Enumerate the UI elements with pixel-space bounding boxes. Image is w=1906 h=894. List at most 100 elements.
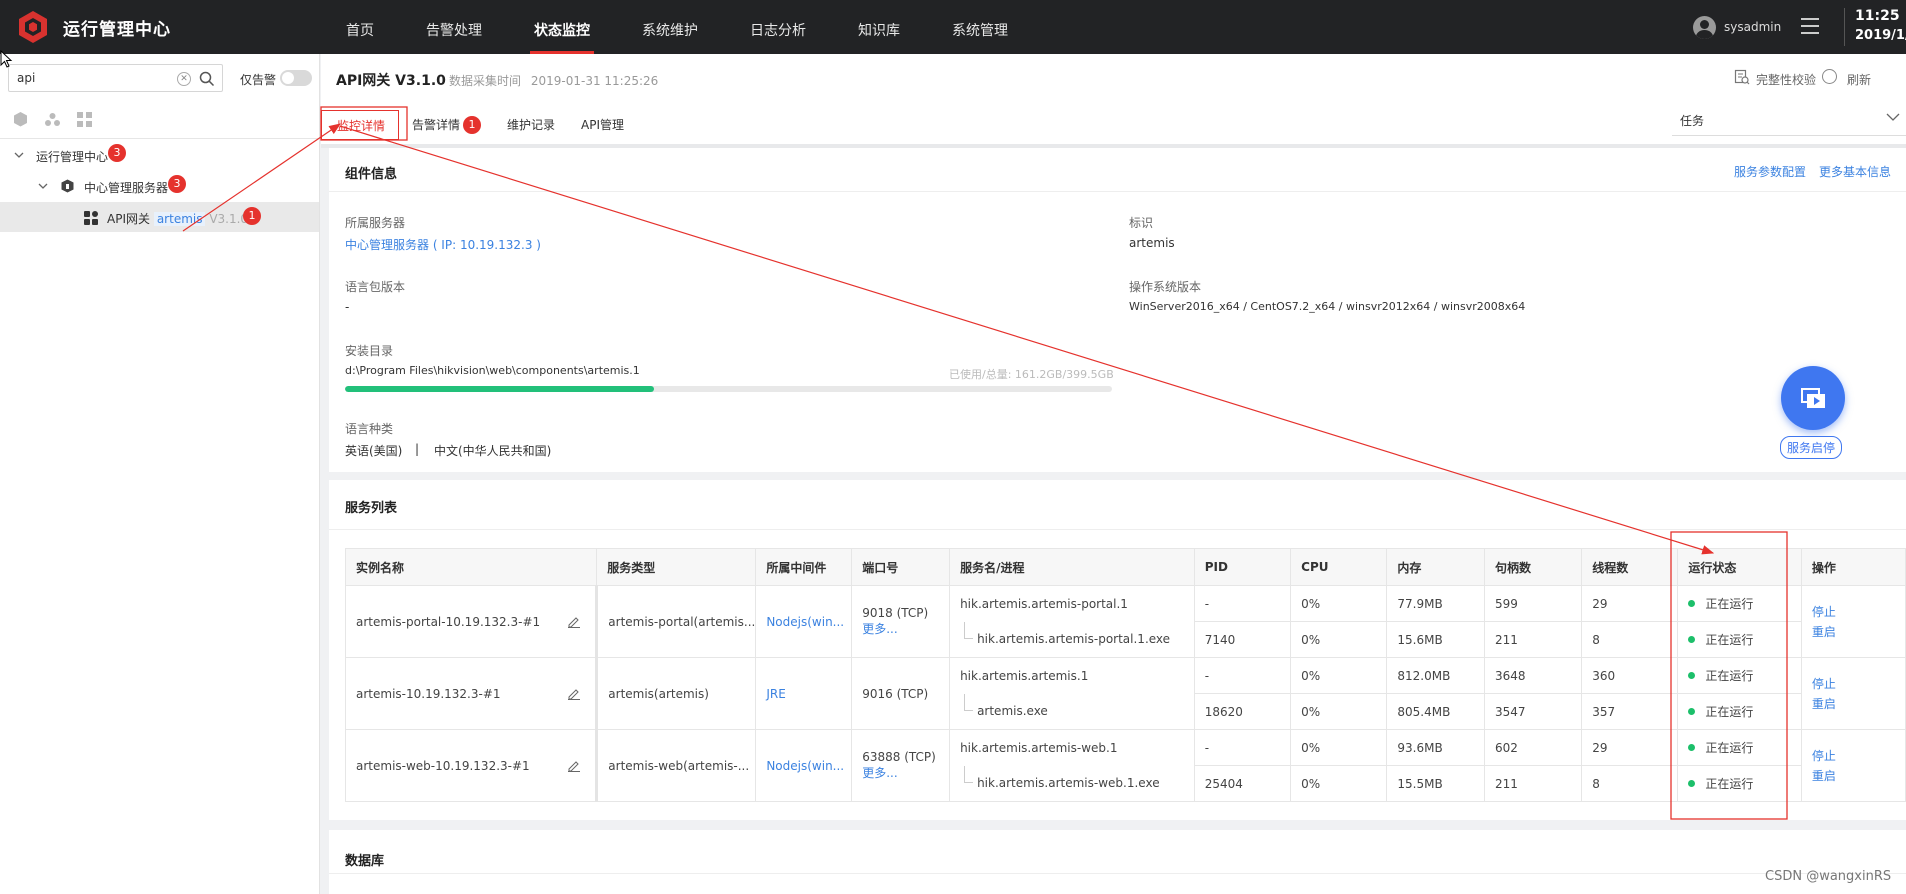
tree-node-center[interactable]: 运行管理中心 3 — [0, 140, 319, 170]
restart-link[interactable]: 重启 — [1812, 694, 1905, 714]
task-select-value: 任务 — [1680, 114, 1705, 128]
restart-link[interactable]: 重启 — [1812, 766, 1905, 786]
instance-name-cell: artemis-10.19.132.3-#1 — [344, 657, 599, 730]
alarm-count-badge: 3 — [168, 175, 186, 193]
tab-api-management[interactable]: API管理 — [568, 110, 637, 140]
chevron-down-icon[interactable] — [14, 150, 24, 160]
search-box[interactable]: ✕ — [8, 64, 223, 92]
status-text: 正在运行 — [1705, 597, 1754, 611]
component-title: API网关 V3.1.0 — [336, 73, 446, 89]
tab-maintenance-record[interactable]: 维护记录 — [494, 110, 568, 140]
integrity-check-icon[interactable] — [1734, 69, 1750, 85]
col-port: 端口号 — [851, 548, 951, 586]
tree-node-api-gateway[interactable]: API网关 artemis V3.1.0 1 — [0, 202, 319, 232]
memory-cell: 93.6MB — [1386, 729, 1485, 766]
tab-label: 监控详情 — [337, 119, 386, 133]
status-running-icon — [1688, 636, 1696, 643]
nav-log-analysis[interactable]: 日志分析 — [724, 0, 832, 54]
search-icon[interactable] — [199, 71, 215, 87]
middleware-link[interactable]: Nodejs(win... — [755, 729, 853, 802]
status-running-icon — [1688, 672, 1696, 679]
status-running-icon — [1688, 744, 1696, 751]
threads-cell: 357 — [1581, 693, 1679, 730]
port-cell: 9018 (TCP) 更多... — [851, 585, 951, 658]
collect-time-value: 2019-01-31 11:25:26 — [530, 74, 659, 88]
service-type-cell: artemis-web(artemis-... — [596, 729, 757, 802]
edit-icon[interactable] — [567, 686, 581, 700]
hamburger-menu-icon[interactable] — [1801, 18, 1819, 34]
nav-knowledge[interactable]: 知识库 — [832, 0, 926, 54]
stop-link[interactable]: 停止 — [1812, 746, 1905, 766]
instance-name: artemis-web-10.19.132.3-#1 — [356, 758, 530, 773]
status-running-icon — [1688, 780, 1696, 787]
refresh-button[interactable]: 刷新 — [1847, 71, 1871, 88]
top-divider — [1844, 8, 1845, 46]
service-toggle-label[interactable]: 服务启停 — [1780, 436, 1843, 459]
more-info-link[interactable]: 更多基本信息 — [1819, 163, 1891, 180]
col-status: 运行状态 — [1677, 548, 1802, 586]
card-header: 数据库 — [329, 830, 1906, 874]
nav-alarm[interactable]: 告警处理 — [400, 0, 508, 54]
tab-alarm-detail[interactable]: 告警详情 1 — [399, 110, 494, 140]
port-value: 9018 (TCP) — [862, 606, 929, 620]
tree-node-tag: artemis — [153, 212, 206, 226]
search-input[interactable] — [17, 70, 167, 86]
cpu-cell: 0% — [1290, 765, 1388, 802]
id-label: 标识 — [1129, 216, 1154, 230]
table-row: artemis-web-10.19.132.3-#1 artemis-web(a… — [344, 729, 1906, 802]
server-link[interactable]: 中心管理服务器 ( IP: 10.19.132.3 ) — [345, 236, 541, 253]
stop-link[interactable]: 停止 — [1812, 674, 1905, 694]
status-text: 正在运行 — [1705, 669, 1754, 683]
nav-status-monitor[interactable]: 状态监控 — [508, 0, 616, 54]
service-params-link[interactable]: 服务参数配置 — [1734, 163, 1806, 180]
chevron-down-icon[interactable] — [38, 181, 48, 191]
alarm-only-toggle[interactable] — [280, 70, 312, 86]
component-info-title: 组件信息 — [345, 167, 398, 182]
clock-time: 11:25 — [1855, 8, 1900, 24]
service-list-card: 服务列表 实例名称 服务类型 所属中间件 端口号 服务名/进程 PID CPU … — [329, 480, 1906, 820]
col-cpu: CPU — [1290, 548, 1388, 586]
server-add-icon[interactable] — [12, 111, 29, 128]
user-name[interactable]: sysadmin — [1724, 20, 1781, 34]
langpack-value: - — [345, 300, 350, 314]
app-logo-icon — [19, 11, 47, 43]
restart-link[interactable]: 重启 — [1812, 622, 1905, 642]
tree-node-server[interactable]: 中心管理服务器 3 — [0, 171, 319, 201]
nav-system-admin[interactable]: 系统管理 — [926, 0, 1034, 54]
port-more-link[interactable]: 更多... — [862, 620, 948, 637]
middleware-link[interactable]: JRE — [755, 657, 853, 730]
col-handles: 句柄数 — [1484, 548, 1583, 586]
component-add-icon[interactable] — [44, 111, 61, 128]
pid-cell: 25404 — [1193, 765, 1292, 802]
port-more-link[interactable]: 更多... — [862, 764, 948, 781]
port-cell: 9016 (TCP) — [851, 657, 951, 730]
stop-link[interactable]: 停止 — [1812, 602, 1905, 622]
grid-add-icon[interactable] — [76, 111, 93, 128]
service-toggle-button[interactable] — [1781, 366, 1845, 430]
process-cell: artemis.exe — [949, 693, 1195, 730]
memory-cell: 812.0MB — [1386, 657, 1485, 694]
component-info-card: 组件信息 服务参数配置 更多基本信息 所属服务器 中心管理服务器 ( IP: 1… — [329, 148, 1906, 472]
tree-separator — [0, 138, 319, 139]
cpu-cell: 0% — [1290, 693, 1388, 730]
nav-home[interactable]: 首页 — [320, 0, 400, 54]
process-name: hik.artemis.artemis-web.1.exe — [960, 776, 1160, 790]
refresh-icon[interactable] — [1822, 69, 1837, 84]
alarm-only-label: 仅告警 — [240, 73, 277, 87]
integrity-check-button[interactable]: 完整性校验 — [1756, 71, 1816, 88]
edit-icon[interactable] — [567, 758, 581, 772]
instance-name: artemis-10.19.132.3-#1 — [356, 686, 501, 701]
watermark: CSDN @wangxinRS — [1765, 869, 1892, 884]
tab-monitor-detail[interactable]: 监控详情 — [321, 110, 400, 140]
nav-maintenance[interactable]: 系统维护 — [616, 0, 724, 54]
lang-value-1: 英语(美国) — [345, 444, 403, 458]
os-label: 操作系统版本 — [1129, 280, 1202, 294]
table-row: artemis-10.19.132.3-#1 artemis(artemis) … — [344, 657, 1906, 730]
process-name: hik.artemis.artemis-portal.1.exe — [960, 632, 1170, 646]
task-select[interactable]: 任务 — [1672, 102, 1906, 136]
memory-cell: 805.4MB — [1386, 693, 1485, 730]
clear-icon[interactable]: ✕ — [177, 72, 191, 86]
middleware-link[interactable]: Nodejs(win... — [755, 585, 853, 658]
edit-icon[interactable] — [567, 614, 581, 628]
user-avatar-icon[interactable] — [1693, 16, 1716, 39]
